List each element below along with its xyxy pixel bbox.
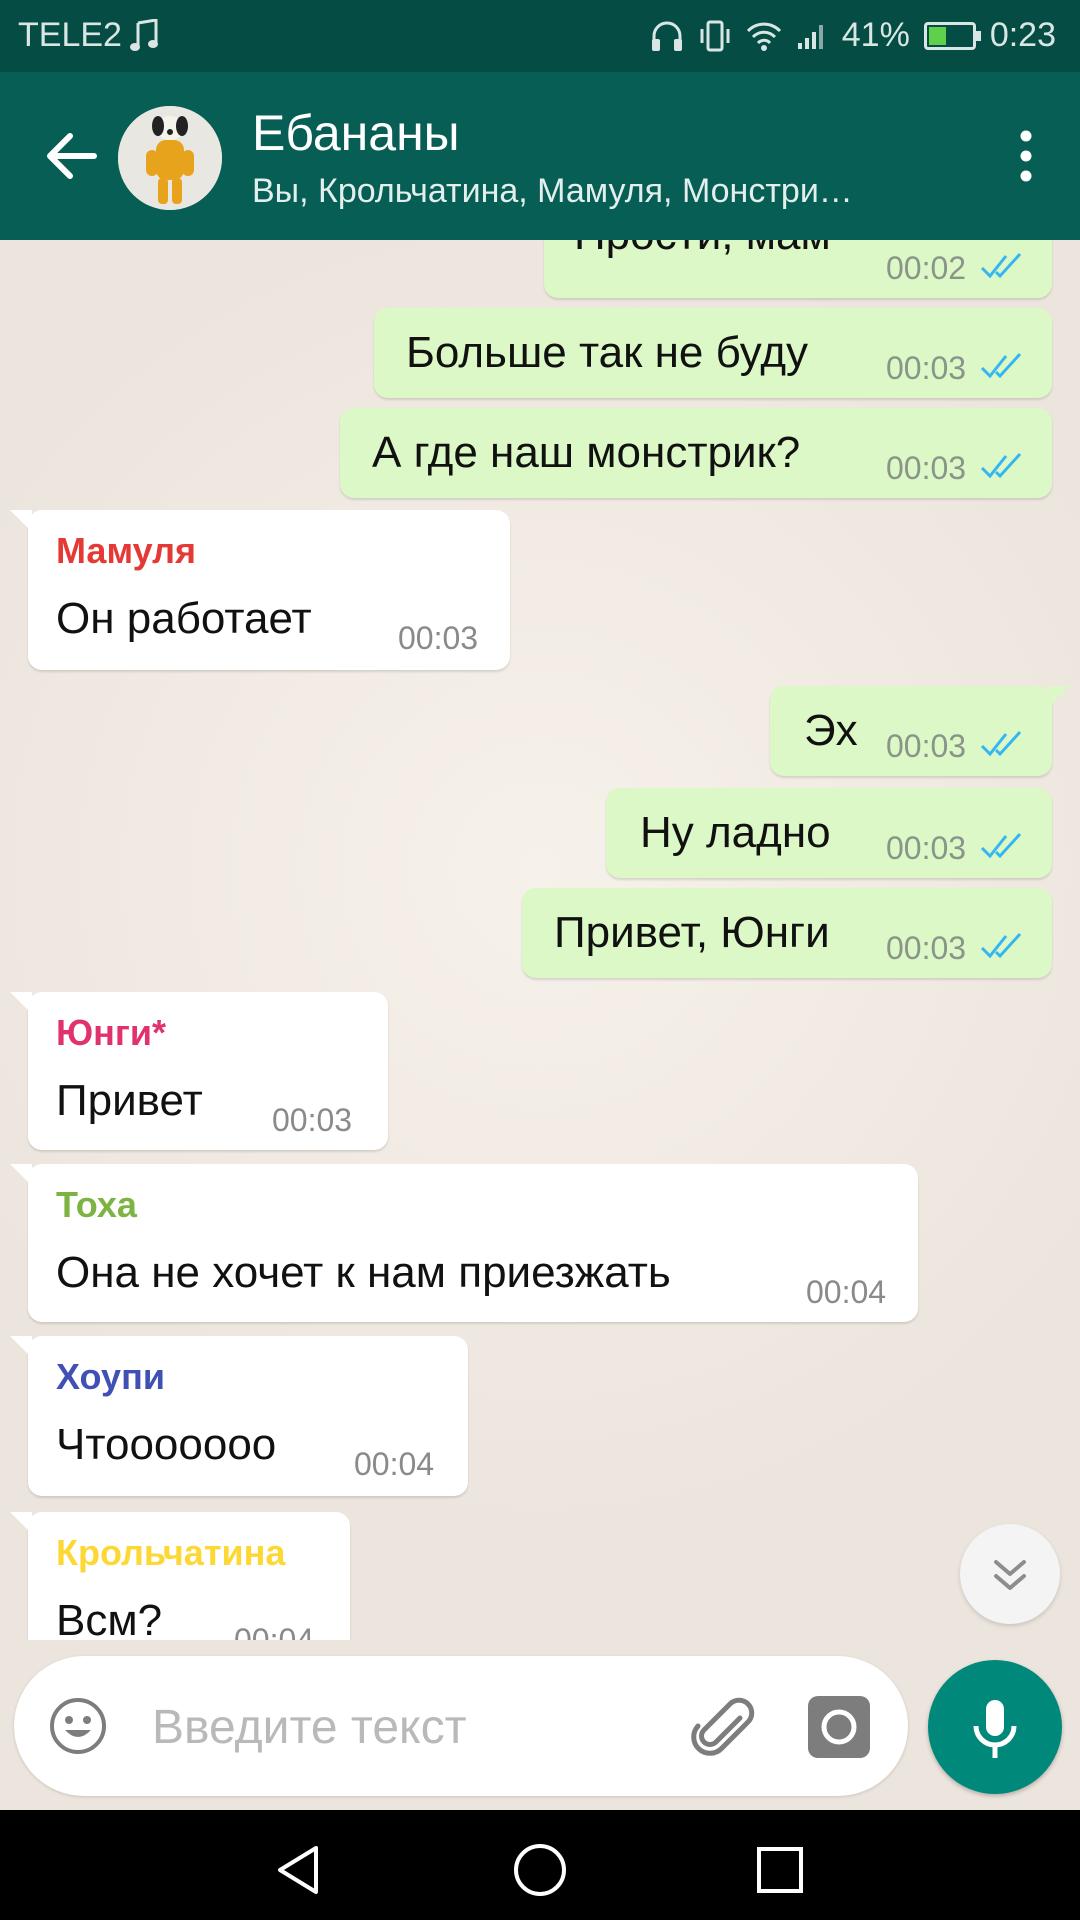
group-avatar[interactable] [118,106,222,210]
battery-percent: 41% [841,16,910,54]
nav-back-icon[interactable] [270,1840,330,1900]
message-text: Привет [56,1076,203,1125]
voice-record-button[interactable] [928,1660,1062,1794]
message-text: Чтооооооо [56,1420,277,1469]
message-bubble-outgoing[interactable]: А где наш монстрик? 00:03 [340,408,1052,498]
camera-icon[interactable] [806,1694,872,1760]
clock: 0:23 [989,16,1056,54]
message-time: 00:03 [886,830,967,866]
double-chevron-down-icon [994,1560,1026,1590]
scroll-to-bottom-button[interactable] [960,1524,1060,1624]
message-bubble-incoming[interactable]: Мамуля Он работает 00:03 [10,510,510,670]
chat-participants[interactable]: Вы, Крольчатина, Мамуля, Монстри… [252,172,942,211]
message-bubble-incoming[interactable]: Крольчатина Всм? 00:04 [10,1512,350,1640]
message-input[interactable] [150,1686,674,1768]
bubble-tail [10,992,32,1014]
message-text: Прости, мам [574,240,831,260]
message-time: 00:03 [886,728,967,764]
message-bubble-outgoing[interactable]: Ну ладно 00:03 [606,788,1052,878]
message-time: 00:04 [806,1274,887,1310]
message-time: 00:03 [886,450,967,486]
chat-header: Ебананы Вы, Крольчатина, Мамуля, Монстри… [0,72,1080,240]
message-time: 00:03 [886,930,967,966]
bubble-tail [10,1512,32,1534]
message-sender[interactable]: Мамуля [56,530,196,572]
message-bubble-outgoing[interactable]: Прости, мам 00:02 [544,240,1052,298]
message-text: Он работает [56,594,312,643]
bubble-tail [10,510,32,532]
message-time: 00:04 [354,1446,435,1482]
music-note-icon [129,18,158,51]
message-text: Эх [804,706,858,755]
more-options-icon[interactable] [1002,124,1050,188]
message-bubble-incoming[interactable]: Юнги* Привет 00:03 [10,992,388,1150]
message-text: А где наш монстрик? [372,428,801,477]
vibrate-icon [700,20,730,51]
bubble-tail [10,1336,32,1358]
bubble-tail [1048,686,1070,708]
message-bubble-outgoing[interactable]: Больше так не буду 00:03 [374,308,1052,398]
read-receipt-icon [980,932,1022,959]
nav-recents-icon[interactable] [750,1840,810,1900]
message-time: 00:03 [886,350,967,386]
nav-home-icon[interactable] [510,1840,570,1900]
message-sender[interactable]: Тоха [56,1184,137,1226]
read-receipt-icon [980,730,1022,757]
message-sender[interactable]: Хоупи [56,1356,165,1398]
carrier-label: TELE2 [18,16,122,54]
bubble-tail [10,1164,32,1186]
message-bubble-incoming[interactable]: Хоупи Чтооооооо 00:04 [10,1336,468,1496]
read-receipt-icon [980,252,1022,279]
message-list[interactable]: Прости, мам 00:02 Больше так не буду 00:… [0,240,1080,1640]
message-time: 00:04 [234,1622,315,1640]
message-bubble-incoming[interactable]: Тоха Она не хочет к нам приезжать 00:04 [10,1164,918,1322]
message-text: Всм? [56,1596,163,1640]
signal-icon [797,24,823,49]
read-receipt-icon [980,832,1022,859]
message-time: 00:03 [398,620,479,656]
message-bubble-outgoing[interactable]: Привет, Юнги 00:03 [522,888,1052,978]
chat-title[interactable]: Ебананы [252,104,460,162]
back-arrow-icon[interactable] [40,124,104,188]
message-text: Больше так не буду [406,328,809,377]
message-text: Привет, Юнги [554,908,830,957]
system-navigation-bar [0,1810,1080,1920]
battery-icon [923,21,981,50]
message-bubble-outgoing[interactable]: Эх 00:03 [770,686,1070,776]
avatar-figure-icon [118,106,222,210]
message-time: 00:03 [272,1102,353,1138]
message-sender[interactable]: Юнги* [56,1012,166,1054]
read-receipt-icon [980,452,1022,479]
message-text: Ну ладно [640,808,831,857]
message-text: Она не хочет к нам приезжать [56,1248,671,1297]
headphones-icon [651,21,682,51]
status-bar: TELE2 41% 0:23 [0,0,1080,72]
microphone-icon [973,1700,1017,1758]
paperclip-icon[interactable] [690,1696,760,1760]
emoji-icon[interactable] [48,1696,108,1756]
message-composer [14,1656,908,1796]
read-receipt-icon [980,352,1022,379]
message-time: 00:02 [886,250,967,286]
message-sender[interactable]: Крольчатина [56,1532,285,1574]
wifi-icon [746,22,781,51]
